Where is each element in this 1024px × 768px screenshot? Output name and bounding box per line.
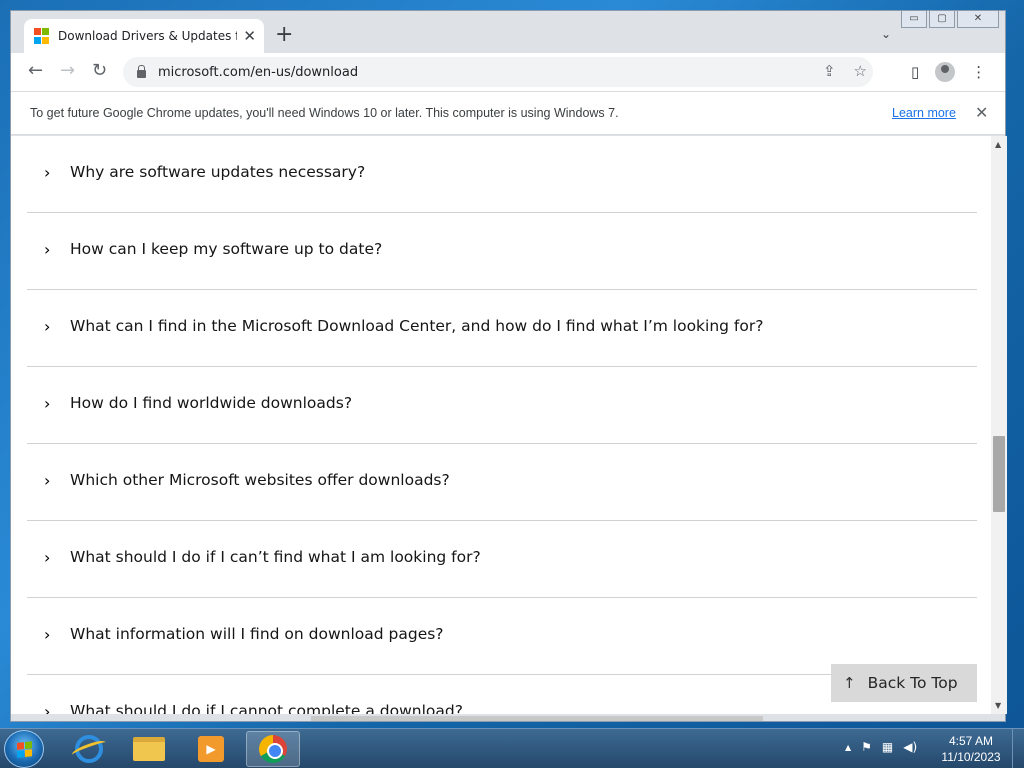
media-player-icon: ▶ (198, 736, 224, 762)
faq-question[interactable]: What information will I find on download… (70, 625, 444, 643)
side-panel-icon[interactable]: ▯ (911, 63, 919, 81)
show-hidden-icons-icon[interactable]: ▲ (845, 743, 851, 752)
taskbar-file-explorer[interactable] (122, 731, 176, 767)
chevron-right-icon: › (44, 394, 51, 413)
network-icon[interactable]: ▦ (882, 740, 893, 754)
microsoft-logo-icon (34, 28, 50, 44)
share-icon[interactable]: ⇪ (823, 62, 836, 80)
horizontal-scrollbar-thumb[interactable] (311, 716, 763, 721)
faq-item[interactable]: › What can I find in the Microsoft Downl… (27, 290, 977, 367)
tab-search-icon[interactable]: ⌄ (881, 27, 891, 41)
close-window-button[interactable]: ✕ (957, 11, 999, 28)
maximize-button[interactable]: ▢ (929, 11, 955, 28)
scroll-up-icon[interactable]: ▲ (995, 140, 1001, 149)
clock-date: 11/10/2023 (941, 750, 1001, 764)
taskbar-internet-explorer[interactable] (62, 731, 116, 767)
faq-question[interactable]: Which other Microsoft websites offer dow… (70, 471, 450, 489)
tab-close-icon[interactable]: ✕ (243, 27, 256, 45)
tab-strip: Download Drivers & Updates for ✕ + ⌄ ▭ ▢… (11, 11, 1005, 53)
system-tray: ▲ ⚑ ▦ ◀) (845, 740, 917, 754)
clock-time: 4:57 AM (948, 734, 994, 748)
tab-title: Download Drivers & Updates for (58, 29, 238, 43)
tab-microsoft-download[interactable]: Download Drivers & Updates for ✕ (24, 19, 264, 53)
chevron-right-icon: › (44, 625, 51, 644)
action-center-flag-icon[interactable]: ⚑ (861, 740, 872, 754)
folder-icon (133, 737, 165, 761)
infobar-message: To get future Google Chrome updates, you… (30, 106, 619, 120)
back-to-top-button[interactable]: ↑ Back To Top (831, 664, 977, 702)
forward-icon[interactable]: → (60, 61, 75, 81)
internet-explorer-icon (75, 735, 103, 763)
faq-question[interactable]: How do I find worldwide downloads? (70, 394, 352, 412)
update-infobar: To get future Google Chrome updates, you… (11, 91, 1005, 135)
faq-question[interactable]: How can I keep my software up to date? (70, 240, 382, 258)
faq-question[interactable]: What should I do if I can’t find what I … (70, 548, 481, 566)
menu-icon[interactable]: ⋮ (971, 63, 986, 81)
learn-more-link[interactable]: Learn more (892, 106, 956, 120)
taskbar-media-player[interactable]: ▶ (184, 731, 238, 767)
profile-avatar-icon[interactable] (935, 62, 956, 82)
scroll-down-icon[interactable]: ▼ (995, 701, 1001, 710)
window-controls: ▭ ▢ ✕ (901, 11, 999, 28)
chevron-right-icon: › (44, 240, 51, 259)
infobar-close-icon[interactable]: ✕ (975, 103, 988, 122)
chevron-right-icon: › (44, 317, 51, 336)
address-bar[interactable]: microsoft.com/en-us/download ⇪ ☆ (123, 57, 873, 87)
chevron-right-icon: › (44, 548, 51, 567)
faq-item[interactable]: › Why are software updates necessary? (27, 136, 977, 213)
show-desktop-button[interactable] (1012, 729, 1024, 768)
back-to-top-label: Back To Top (867, 674, 958, 692)
url-text[interactable]: microsoft.com/en-us/download (158, 65, 358, 80)
faq-item[interactable]: › What should I do if I can’t find what … (27, 521, 977, 598)
faq-question[interactable]: Why are software updates necessary? (70, 163, 365, 181)
faq-item[interactable]: › Which other Microsoft websites offer d… (27, 444, 977, 521)
page-content: › Why are software updates necessary? › … (11, 136, 991, 714)
new-tab-button[interactable]: + (275, 24, 293, 46)
arrow-up-icon: ↑ (843, 674, 856, 692)
faq-question[interactable]: What can I find in the Microsoft Downloa… (70, 317, 763, 335)
vertical-scrollbar[interactable]: ▲ ▼ (991, 136, 1007, 714)
chevron-right-icon: › (44, 471, 51, 490)
bookmark-star-icon[interactable]: ☆ (854, 62, 867, 80)
faq-item[interactable]: › How can I keep my software up to date? (27, 213, 977, 290)
taskbar: ▶ ▲ ⚑ ▦ ◀) 4:57 AM 11/10/2023 (0, 728, 1024, 768)
reload-icon[interactable]: ↻ (92, 61, 107, 81)
clock[interactable]: 4:57 AM 11/10/2023 (936, 733, 1006, 765)
faq-item[interactable]: › How do I find worldwide downloads? (27, 367, 977, 444)
volume-icon[interactable]: ◀) (903, 740, 917, 754)
chevron-right-icon: › (44, 163, 51, 182)
lock-icon[interactable] (137, 65, 146, 78)
minimize-button[interactable]: ▭ (901, 11, 927, 28)
back-icon[interactable]: ← (28, 61, 43, 81)
chevron-right-icon: › (44, 702, 51, 714)
windows-flag-icon (17, 741, 33, 758)
chrome-icon (259, 735, 287, 763)
taskbar-chrome[interactable] (246, 731, 300, 767)
scrollbar-thumb[interactable] (993, 436, 1005, 512)
browser-toolbar: ← → ↻ microsoft.com/en-us/download ⇪ ☆ ▯… (11, 53, 1005, 91)
start-button[interactable] (4, 730, 44, 768)
faq-question[interactable]: What should I do if I cannot complete a … (70, 702, 463, 714)
browser-window: Download Drivers & Updates for ✕ + ⌄ ▭ ▢… (10, 10, 1007, 722)
